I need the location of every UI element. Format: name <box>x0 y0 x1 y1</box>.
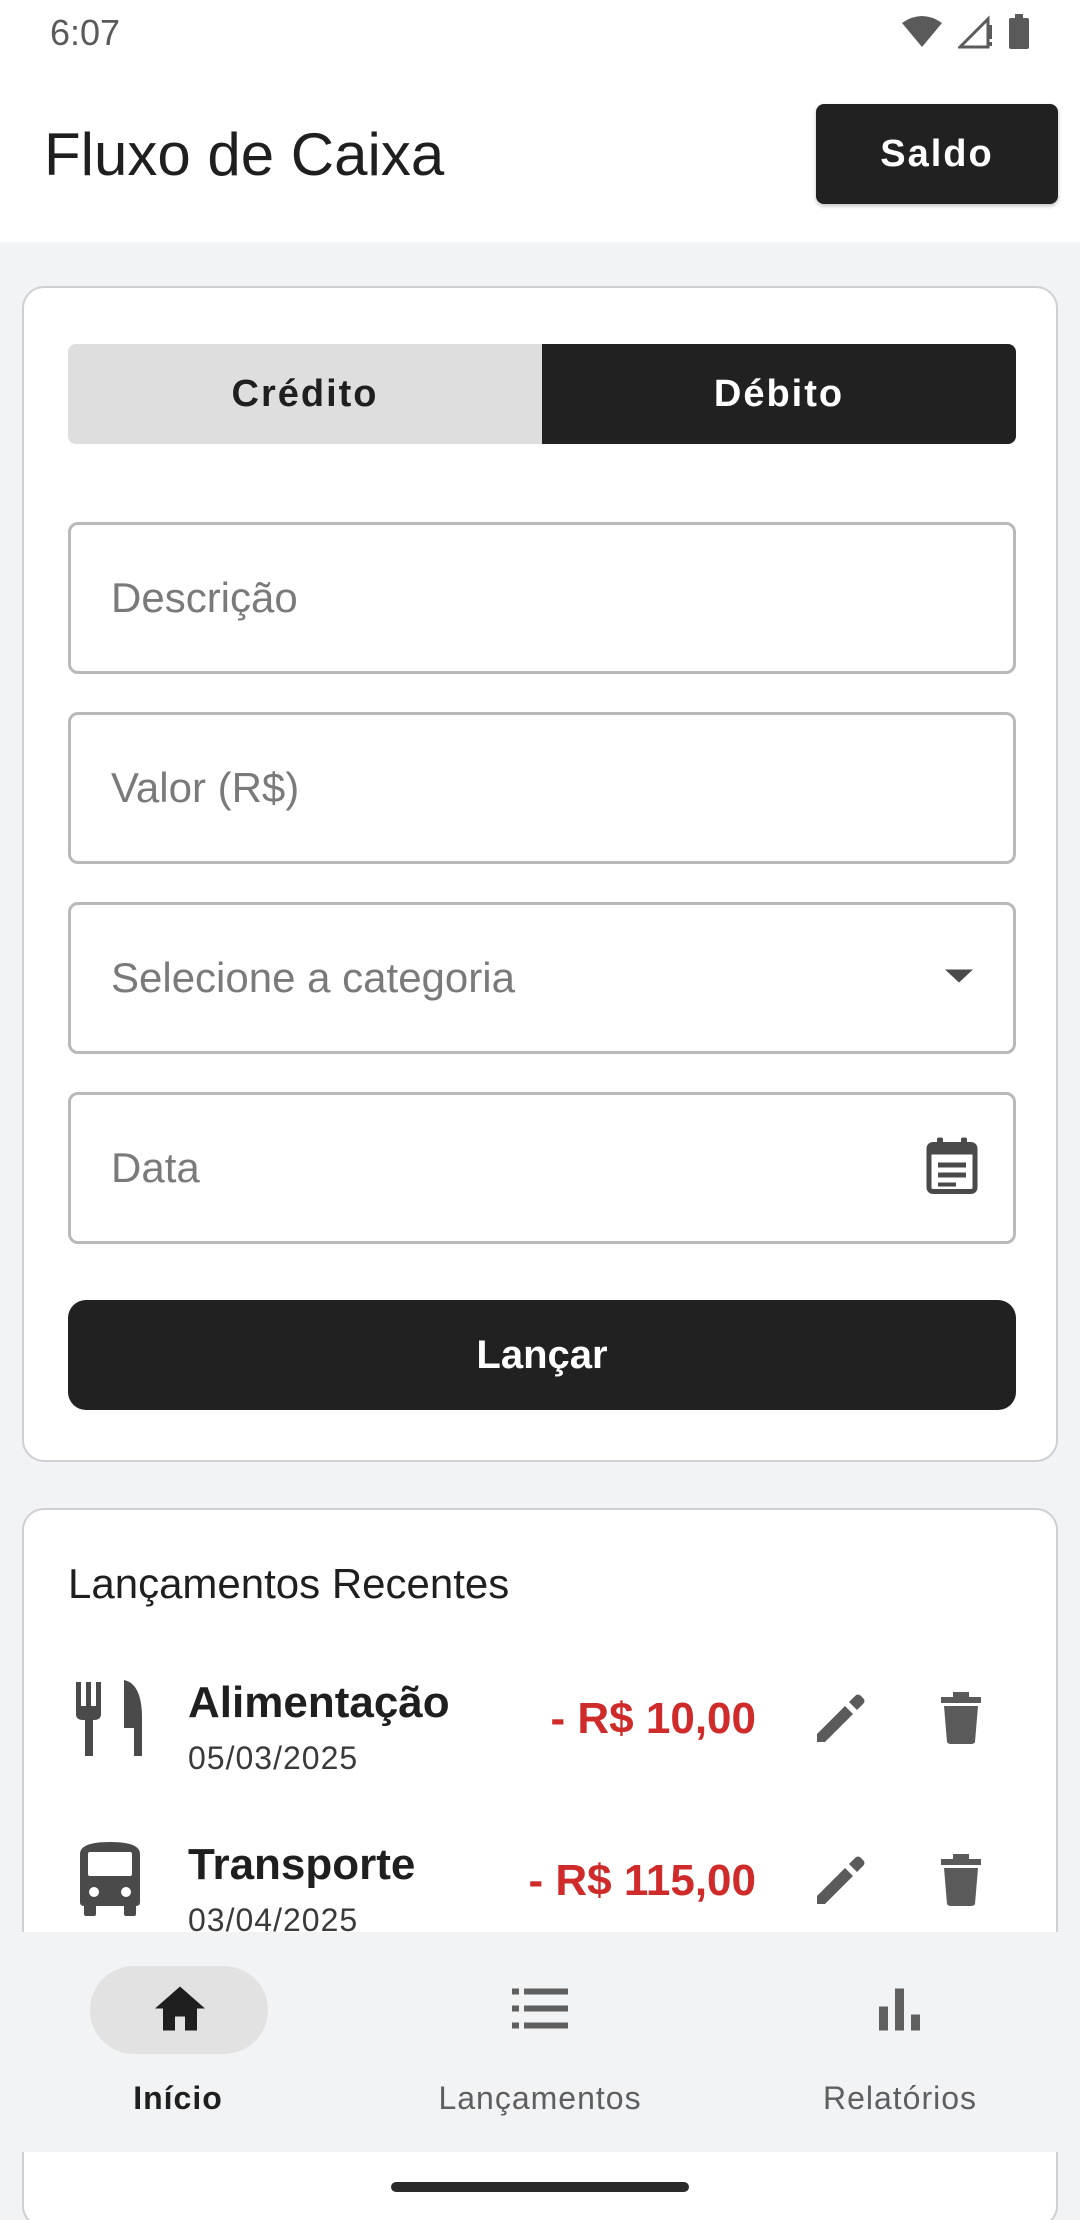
nav-label: Início <box>133 2080 223 2116</box>
list-icon <box>512 1987 568 2034</box>
delete-button[interactable] <box>926 1846 996 1916</box>
status-icons <box>900 14 1030 50</box>
calendar-icon[interactable] <box>925 1136 979 1201</box>
pencil-icon <box>817 1856 865 1904</box>
submit-entry-button[interactable]: Lançar <box>68 1300 1016 1410</box>
bottom-nav: Início Lançamentos Relatórios <box>0 1932 1080 2152</box>
edit-button[interactable] <box>806 1846 876 1916</box>
entry-form-card: Crédito Débito Lançar <box>22 286 1058 1462</box>
nav-label: Relatórios <box>822 2080 978 2116</box>
entry-amount: - R$ 115,00 <box>528 1856 757 1905</box>
description-input[interactable] <box>111 525 891 671</box>
value-field[interactable] <box>68 712 1016 864</box>
bar-chart-icon <box>879 1987 921 2034</box>
edit-button[interactable] <box>806 1684 876 1754</box>
battery-icon <box>1009 14 1029 49</box>
entry-category: Alimentação <box>188 1678 450 1727</box>
nav-item-relatorios[interactable]: Relatórios <box>720 1932 1080 2152</box>
debit-toggle-button[interactable]: Débito <box>542 344 1016 444</box>
category-select[interactable] <box>68 902 1016 1054</box>
trash-icon <box>941 1691 981 1744</box>
entry-amount: - R$ 10,00 <box>550 1694 756 1743</box>
gesture-bar[interactable] <box>391 2182 689 2192</box>
bus-icon <box>72 1840 148 1920</box>
credit-toggle-button[interactable]: Crédito <box>68 344 542 444</box>
app-bar: Fluxo de Caixa Saldo <box>0 70 1080 242</box>
saldo-button[interactable]: Saldo <box>816 104 1058 204</box>
nav-item-inicio[interactable]: Início <box>0 1932 360 2152</box>
trash-icon <box>941 1853 981 1906</box>
wifi-icon <box>902 16 942 47</box>
category-input[interactable] <box>111 905 891 1051</box>
type-toggle: Crédito Débito <box>68 344 1016 444</box>
description-field[interactable] <box>68 522 1016 674</box>
entry-category: Transporte <box>188 1840 416 1889</box>
chevron-down-icon[interactable] <box>939 966 979 991</box>
list-item: Alimentação 05/03/2025 - R$ 10,00 <box>24 1658 1060 1798</box>
signal-icon <box>958 15 992 49</box>
entry-date: 05/03/2025 <box>188 1740 359 1776</box>
status-time: 6:07 <box>50 12 121 53</box>
page-title: Fluxo de Caixa <box>44 121 445 188</box>
value-input[interactable] <box>111 715 891 861</box>
restaurant-icon <box>72 1678 148 1758</box>
pencil-icon <box>817 1694 865 1742</box>
recent-entries-title: Lançamentos Recentes <box>68 1560 510 1607</box>
date-field[interactable] <box>68 1092 1016 1244</box>
home-icon <box>153 1985 207 2036</box>
nav-item-lancamentos[interactable]: Lançamentos <box>360 1932 720 2152</box>
date-input[interactable] <box>111 1095 891 1241</box>
delete-button[interactable] <box>926 1684 996 1754</box>
status-bar: 6:07 <box>0 0 1080 70</box>
nav-label: Lançamentos <box>438 2080 642 2116</box>
